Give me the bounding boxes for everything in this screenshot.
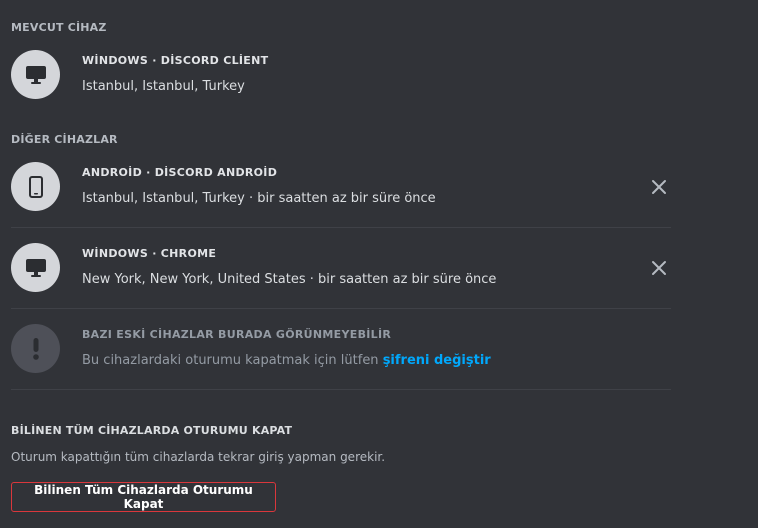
- notice-text: Bu cihazlardaki oturumu kapatmak için lü…: [82, 353, 491, 368]
- current-device-section-title: MEVCUT CİHAZ: [11, 21, 107, 34]
- divider: [11, 308, 671, 309]
- change-password-link[interactable]: şifreni değiştir: [383, 353, 491, 368]
- close-icon[interactable]: [646, 174, 672, 200]
- device-title: WİNDOWS · CHROME: [82, 247, 217, 260]
- device-item-android: ANDROİD · DİSCORD ANDROİD Istanbul, Ista…: [11, 162, 671, 212]
- device-location: Istanbul, Istanbul, Turkey · bir saatten…: [82, 191, 436, 206]
- logout-all-button[interactable]: Bilinen Tüm Cihazlarda Oturumu Kapat: [11, 482, 276, 512]
- device-title: WİNDOWS · DİSCORD CLİENT: [82, 54, 269, 67]
- device-location: Istanbul, Istanbul, Turkey: [82, 79, 245, 94]
- device-title: ANDROİD · DİSCORD ANDROİD: [82, 166, 278, 179]
- monitor-icon: [11, 243, 60, 292]
- device-location: New York, New York, United States · bir …: [82, 272, 497, 287]
- current-device: WİNDOWS · DİSCORD CLİENT Istanbul, Istan…: [11, 50, 671, 100]
- other-devices-section-title: DİĞER CİHAZLAR: [11, 133, 118, 146]
- old-devices-notice: BAZI ESKİ CİHAZLAR BURADA GÖRÜNMEYEBİLİR…: [11, 324, 671, 374]
- exclamation-icon: [11, 324, 60, 373]
- logout-all-title: BİLİNEN TÜM CİHAZLARDA OTURUMU KAPAT: [11, 424, 293, 437]
- logout-all-description: Oturum kapattığın tüm cihazlarda tekrar …: [11, 450, 386, 464]
- notice-text-prefix: Bu cihazlardaki oturumu kapatmak için lü…: [82, 353, 383, 368]
- close-icon[interactable]: [646, 255, 672, 281]
- phone-icon: [11, 162, 60, 211]
- divider: [11, 389, 671, 390]
- divider: [11, 227, 671, 228]
- notice-title: BAZI ESKİ CİHAZLAR BURADA GÖRÜNMEYEBİLİR: [82, 328, 392, 341]
- device-item-chrome: WİNDOWS · CHROME New York, New York, Uni…: [11, 243, 671, 293]
- monitor-icon: [11, 50, 60, 99]
